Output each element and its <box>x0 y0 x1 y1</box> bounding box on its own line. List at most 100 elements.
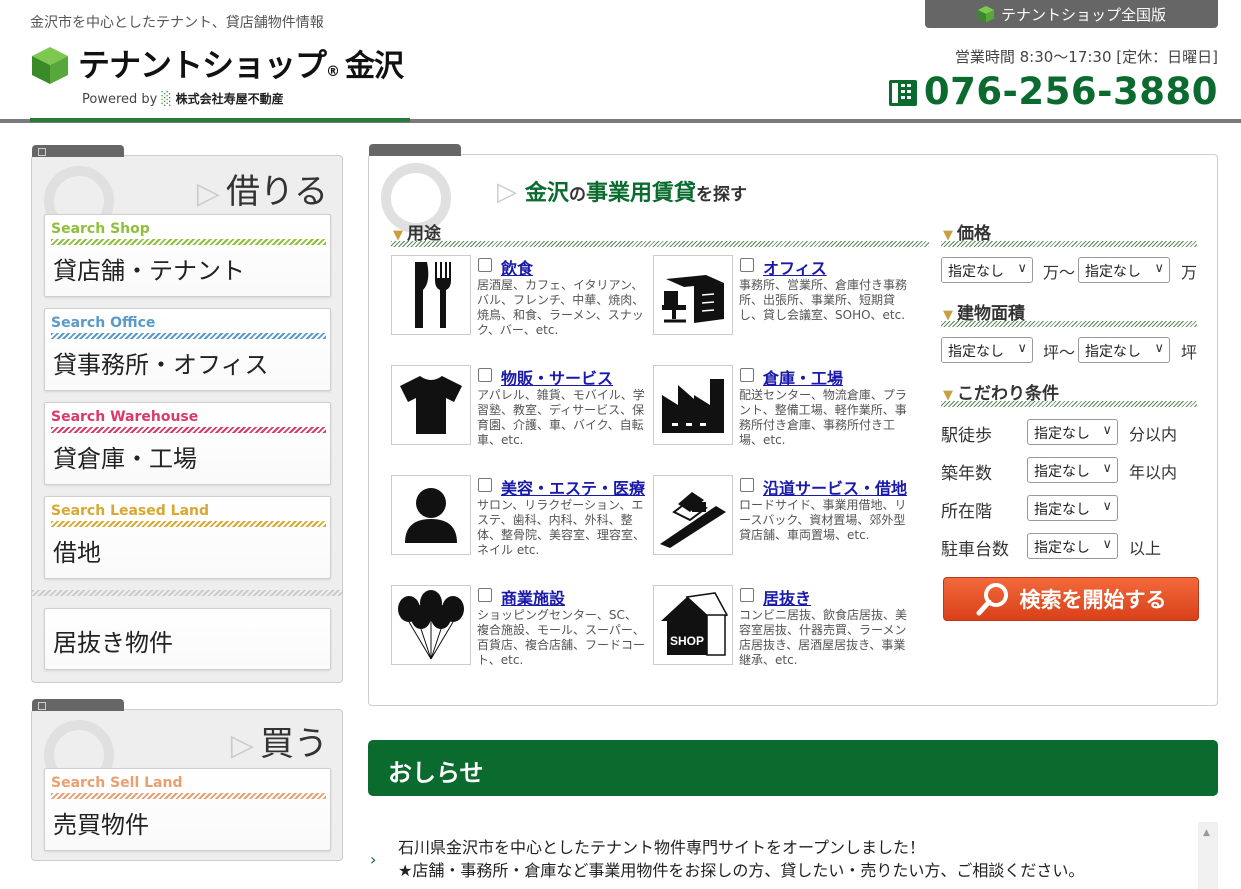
chevron-down-icon: ∨ <box>1154 261 1164 276</box>
category-desc: コンビニ居抜、飲食店居抜、美容室居抜、什器売買、ラーメン店居抜き、居酒屋居抜き、… <box>739 608 908 667</box>
category-inshoku[interactable]: 飲食 居酒屋、カフェ、イタリアン、バル、フレンチ、中華、焼肉、焼鳥、和食、ラーメ… <box>391 255 646 345</box>
panel-divider <box>32 590 342 596</box>
site-logo[interactable]: テナントショップ® 金沢 <box>78 40 404 86</box>
company-name: 株式会社寿屋不動産 <box>175 92 284 106</box>
category-desc: ショッピングセンター、SC、複合施設、モール、スーパー、百貨店、複合店舗、フード… <box>477 608 646 667</box>
card-jp-label: 借地 <box>53 539 101 567</box>
age-select[interactable]: 指定なし ∨ <box>1027 457 1118 483</box>
powered-by-label: Powered by <box>82 92 158 107</box>
category-desc: ロードサイド、事業用借地、リースバック、資材置場、郊外型貸店舗、車両置場、etc… <box>739 498 907 542</box>
card-jp-label: 貸事務所・オフィス <box>53 351 269 379</box>
area-max-select[interactable]: 指定なし ∨ <box>1078 337 1170 363</box>
category-biyou[interactable]: 美容・エステ・医療 サロン、リラクゼーション、エステ、歯科、内科、外科、整体、整… <box>391 475 646 565</box>
unit-tsubo-tilde: 坪〜 <box>1043 343 1076 362</box>
price-max-select[interactable]: 指定なし ∨ <box>1078 257 1170 283</box>
category-checkbox[interactable] <box>478 588 492 602</box>
buy-panel: ▷ 買う Search Sell Land 売買物件 <box>31 699 343 861</box>
search-icon <box>976 583 1008 616</box>
phone-number[interactable]: 076-256-3880 <box>888 70 1218 113</box>
unit-man-tilde: 万〜 <box>1043 263 1076 282</box>
card-en-label: Search Leased Land <box>51 503 210 519</box>
category-title[interactable]: 倉庫・工場 <box>763 365 843 389</box>
business-hours: 営業時間 8:30〜17:30 [定休：日曜日] <box>954 48 1218 66</box>
category-title[interactable]: オフィス <box>763 255 827 279</box>
national-site-button[interactable]: テナントショップ全国版 <box>925 0 1218 28</box>
conditions-hatch <box>941 401 1197 407</box>
person-icon <box>391 475 471 555</box>
walk-select[interactable]: 指定なし ∨ <box>1027 419 1118 445</box>
powered-by: Powered by ░ 株式会社寿屋不動産 <box>82 90 284 107</box>
panel-tab <box>32 145 124 157</box>
category-title[interactable]: 商業施設 <box>501 585 565 609</box>
office-desk-icon <box>653 255 733 335</box>
cond-label-age: 築年数 <box>941 464 992 484</box>
usage-hatch <box>391 241 929 247</box>
category-endou[interactable]: 沿道サービス・借地 ロードサイド、事業用借地、リースバック、資材置場、郊外型貸店… <box>653 475 908 565</box>
card-stripe <box>51 793 326 799</box>
shop-house-icon: SHOP <box>653 585 733 665</box>
chevron-down-icon: ∨ <box>1102 499 1112 514</box>
category-shougyou[interactable]: 商業施設 ショッピングセンター、SC、複合施設、モール、スーパー、百貨店、複合店… <box>391 585 646 675</box>
card-en-label: Search Shop <box>51 221 150 237</box>
price-hatch <box>941 241 1197 247</box>
news-scrollbar[interactable]: ▲ <box>1198 822 1218 889</box>
card-search-shop[interactable]: Search Shop 貸店舗・テナント <box>44 214 331 297</box>
chevron-right-icon: › <box>370 850 377 869</box>
balloons-icon <box>391 585 471 665</box>
rent-heading: ▷ 借りる <box>196 172 328 212</box>
cond-unit-parking: 以上 <box>1129 539 1162 558</box>
fork-knife-icon <box>391 255 471 335</box>
category-checkbox[interactable] <box>740 478 754 492</box>
category-checkbox[interactable] <box>740 588 754 602</box>
category-checkbox[interactable] <box>478 368 492 382</box>
category-checkbox[interactable] <box>478 258 492 272</box>
area-min-select[interactable]: 指定なし ∨ <box>941 337 1033 363</box>
cond-unit-age: 年以内 <box>1129 463 1178 482</box>
category-office[interactable]: オフィス 事務所、営業所、倉庫付き事務所、出張所、事業所、短期貸し、貸し会議室、… <box>653 255 908 345</box>
category-inuki[interactable]: SHOP 居抜き コンビニ居抜、飲食店居抜、美容室居抜、什器売買、ラーメン店居抜… <box>653 585 908 675</box>
chevron-down-icon: ∨ <box>1017 341 1027 356</box>
card-jp-label: 売買物件 <box>53 811 149 839</box>
chevron-down-icon: ∨ <box>1017 261 1027 276</box>
logo-text: テナントショップ <box>78 46 327 84</box>
card-search-warehouse[interactable]: Search Warehouse 貸倉庫・工場 <box>44 402 331 485</box>
card-search-leased-land[interactable]: Search Leased Land 借地 <box>44 496 331 579</box>
search-title: ▷ 金沢の事業用賃貸を探す <box>497 177 748 207</box>
logo-cube-icon <box>30 45 70 85</box>
card-search-office[interactable]: Search Office 貸事務所・オフィス <box>44 308 331 391</box>
roadside-icon <box>653 475 733 555</box>
category-checkbox[interactable] <box>740 258 754 272</box>
logo-reg: ® <box>326 64 340 80</box>
category-souko[interactable]: 倉庫・工場 配送センター、物流倉庫、プラント、整備工場、軽作業所、事務所付き倉庫… <box>653 365 908 455</box>
category-checkbox[interactable] <box>740 368 754 382</box>
card-stripe <box>51 521 326 527</box>
category-title[interactable]: 美容・エステ・医療 <box>501 475 645 499</box>
category-desc: 配送センター、物流倉庫、プラント、整備工場、軽作業所、事務所付き倉庫、事務所付き… <box>739 388 907 447</box>
buy-heading: ▷ 買う <box>230 724 328 764</box>
category-checkbox[interactable] <box>478 478 492 492</box>
card-jp-label: 貸倉庫・工場 <box>53 445 197 473</box>
card-stripe <box>51 333 326 339</box>
scroll-up-icon[interactable]: ▲ <box>1203 828 1210 838</box>
floor-select[interactable]: 指定なし ∨ <box>1027 495 1118 521</box>
category-desc: 居酒屋、カフェ、イタリアン、バル、フレンチ、中華、焼肉、焼鳥、和食、ラーメン、ス… <box>477 278 645 337</box>
card-en-label: Search Office <box>51 315 156 331</box>
unit-man: 万 <box>1181 263 1198 282</box>
page: { "header": { "tagline": "金沢市を中心としたテナント、… <box>0 0 1241 889</box>
start-search-button[interactable]: 検索を開始する <box>943 577 1199 621</box>
panel-tab <box>369 144 461 156</box>
card-search-sell-land[interactable]: Search Sell Land 売買物件 <box>44 768 331 851</box>
parking-select[interactable]: 指定なし ∨ <box>1027 533 1118 559</box>
news-item[interactable]: 石川県金沢市を中心としたテナント物件専門サイトをオープンしました！ ★店舗・事務… <box>398 836 1084 882</box>
price-min-select[interactable]: 指定なし ∨ <box>941 257 1033 283</box>
category-title[interactable]: 居抜き <box>763 585 811 609</box>
national-site-label: テナントショップ全国版 <box>1000 5 1166 24</box>
category-buppan[interactable]: 物販・サービス アパレル、雑貨、モバイル、学習塾、教室、ディサービス、保育園、介… <box>391 365 646 455</box>
category-title[interactable]: 物販・サービス <box>501 365 613 389</box>
card-inuki[interactable]: 居抜き物件 <box>44 608 331 670</box>
category-title[interactable]: 沿道サービス・借地 <box>763 475 907 499</box>
site-tagline: 金沢市を中心としたテナント、貸店舗物件情報 <box>30 15 324 31</box>
category-title[interactable]: 飲食 <box>501 255 533 279</box>
news-heading: おしらせ <box>368 740 1218 796</box>
chevron-down-icon: ∨ <box>1102 423 1112 438</box>
